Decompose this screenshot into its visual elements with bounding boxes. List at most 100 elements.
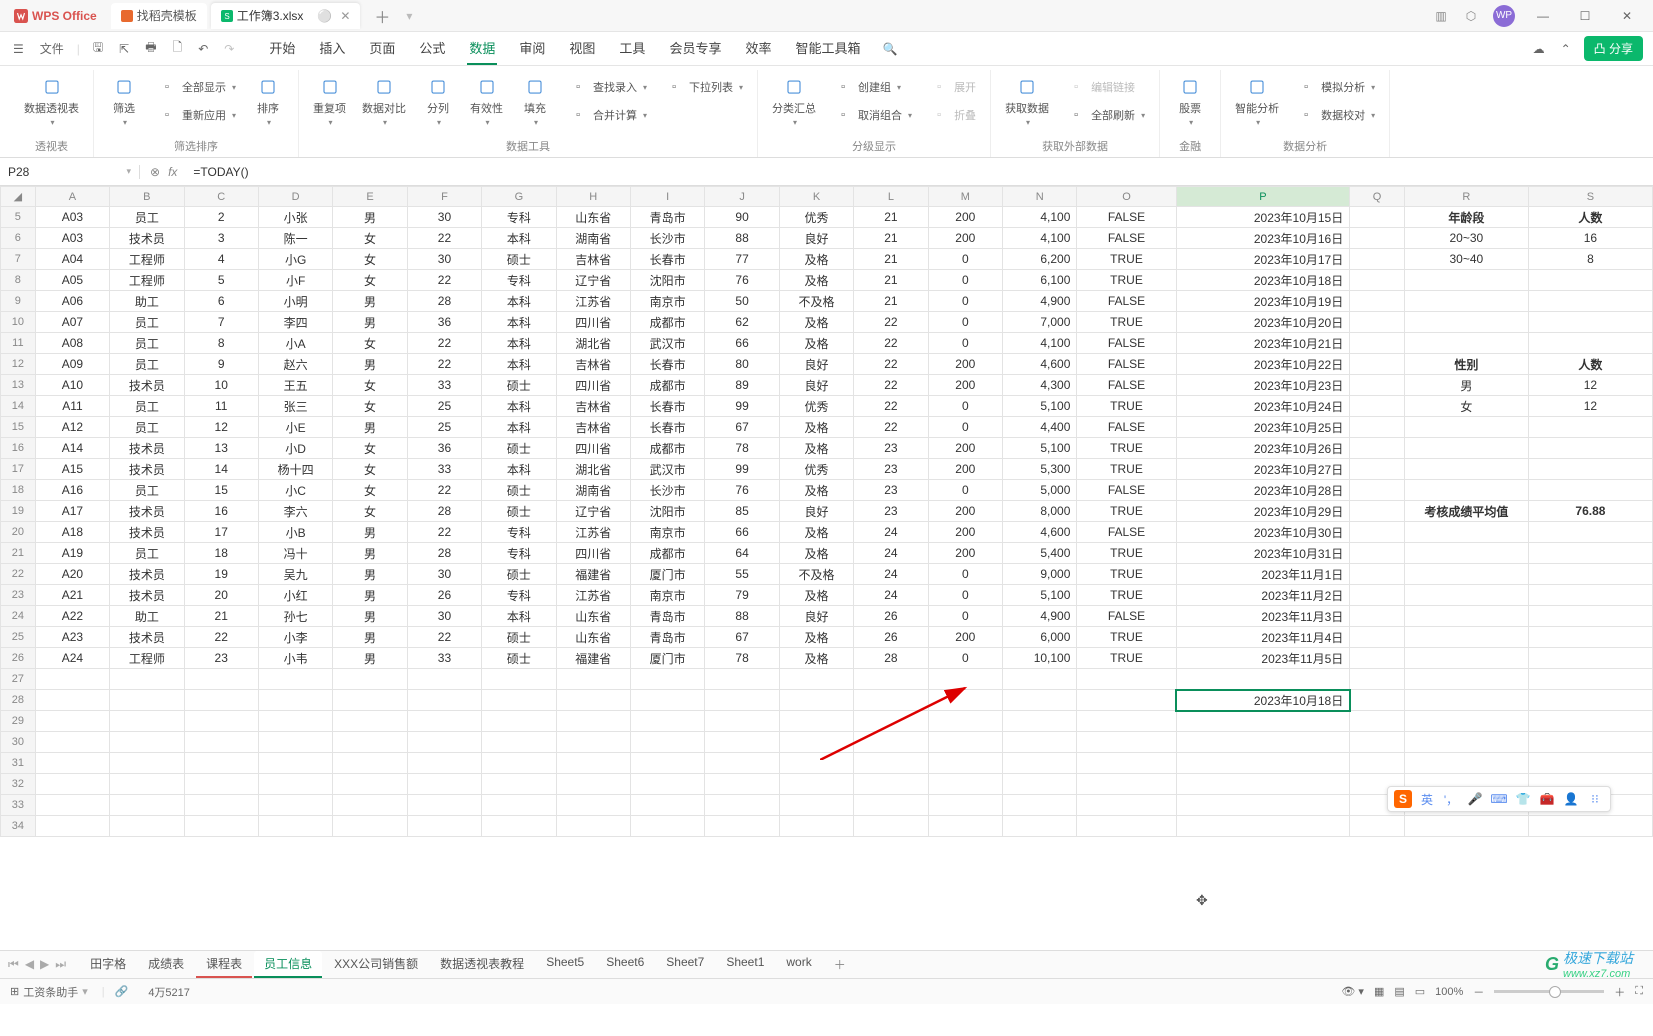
cell[interactable] [35,690,109,711]
cell[interactable]: 沈阳市 [630,501,704,522]
cell[interactable] [779,711,853,732]
cell[interactable]: 辽宁省 [556,501,630,522]
cell[interactable] [1003,669,1077,690]
cell[interactable] [705,816,779,837]
col-header-R[interactable]: R [1404,187,1528,207]
cell[interactable]: 长春市 [630,417,704,438]
cell[interactable] [333,669,407,690]
cell[interactable] [1528,459,1652,480]
row-header[interactable]: 18 [1,480,36,501]
ribbon-validity[interactable]: 有效性 [466,74,507,129]
cell[interactable]: 专科 [482,522,556,543]
cell[interactable] [333,690,407,711]
cell[interactable] [1528,522,1652,543]
menu-tab-7[interactable]: 工具 [617,32,647,65]
cell[interactable] [184,711,258,732]
cell[interactable]: 不及格 [779,291,853,312]
cell[interactable] [854,795,928,816]
cell[interactable]: 6,100 [1003,270,1077,291]
cell[interactable]: 优秀 [779,396,853,417]
ribbon-filter[interactable]: 筛选 [104,74,144,129]
cell[interactable]: 江苏省 [556,291,630,312]
cell[interactable]: 女 [333,228,407,249]
cell[interactable]: 小B [258,522,332,543]
cell[interactable] [184,774,258,795]
row-header[interactable]: 6 [1,228,36,249]
cell[interactable] [556,795,630,816]
menu-tab-0[interactable]: 开始 [267,32,297,65]
ribbon-smart-analyze[interactable]: 智能分析 [1231,74,1283,129]
col-header-E[interactable]: E [333,187,407,207]
cell[interactable] [110,669,184,690]
cell[interactable]: 小张 [258,207,332,228]
cell[interactable] [1528,291,1652,312]
cell[interactable] [407,774,481,795]
ime-user-icon[interactable]: 👤 [1562,790,1580,808]
cell[interactable]: 23 [854,459,928,480]
sheet-tab-3[interactable]: 员工信息 [254,951,322,978]
cell[interactable] [1528,732,1652,753]
cell[interactable] [630,774,704,795]
cell[interactable]: A06 [35,291,109,312]
minimize-button[interactable]: — [1529,9,1557,23]
cell[interactable]: 女 [333,480,407,501]
cell[interactable] [1077,753,1176,774]
cell[interactable]: 青岛市 [630,207,704,228]
cell[interactable]: 23 [854,501,928,522]
cell[interactable]: 33 [407,648,481,669]
cell[interactable]: 男 [333,522,407,543]
row-header[interactable]: 17 [1,459,36,480]
cell[interactable] [482,732,556,753]
cell[interactable] [1350,228,1405,249]
cell[interactable]: 11 [184,396,258,417]
menu-tab-2[interactable]: 页面 [367,32,397,65]
cell[interactable]: FALSE [1077,480,1176,501]
close-window-button[interactable]: ✕ [1613,9,1641,23]
cell[interactable]: 女 [1404,396,1528,417]
cell[interactable]: 及格 [779,249,853,270]
cell[interactable]: 本科 [482,606,556,627]
cell[interactable]: 28 [407,543,481,564]
cell[interactable]: 湖南省 [556,228,630,249]
row-header[interactable]: 7 [1,249,36,270]
cell[interactable]: 武汉市 [630,333,704,354]
cell[interactable] [184,753,258,774]
cell[interactable]: 孙七 [258,606,332,627]
cell[interactable]: A03 [35,228,109,249]
cell[interactable]: 5 [184,270,258,291]
cell[interactable] [1404,816,1528,837]
cell[interactable]: 本科 [482,396,556,417]
cell[interactable]: 67 [705,417,779,438]
cell[interactable]: A19 [35,543,109,564]
cell[interactable]: 36 [407,438,481,459]
cell[interactable]: 0 [928,270,1002,291]
cell[interactable]: 吴九 [258,564,332,585]
cell[interactable]: 及格 [779,312,853,333]
cell[interactable] [1003,816,1077,837]
sheet-first-icon[interactable]: ⏮ [8,957,19,972]
cell[interactable]: 女 [333,438,407,459]
cell[interactable]: 2023年10月21日 [1176,333,1350,354]
cell[interactable]: 优秀 [779,459,853,480]
cell[interactable] [110,732,184,753]
preview-icon[interactable]: 🗋 [170,35,186,62]
cell[interactable]: 25 [407,396,481,417]
cell[interactable]: 0 [928,480,1002,501]
row-header[interactable]: 11 [1,333,36,354]
template-tab[interactable]: 找稻壳模板 [111,3,207,29]
cell[interactable]: 26 [407,585,481,606]
cell[interactable]: 0 [928,648,1002,669]
cell[interactable]: 女 [333,501,407,522]
cell[interactable]: 福建省 [556,648,630,669]
cell[interactable]: 62 [705,312,779,333]
cell[interactable]: 冯十 [258,543,332,564]
cell[interactable]: 青岛市 [630,606,704,627]
ribbon-subtotal[interactable]: 分类汇总 [768,74,820,129]
sheet-last-icon[interactable]: ⏭ [55,957,66,972]
cell[interactable]: 山东省 [556,207,630,228]
cell[interactable] [854,711,928,732]
ribbon-data-compare[interactable]: 数据对比 [358,74,410,129]
cell[interactable]: 硕士 [482,249,556,270]
cell[interactable] [556,732,630,753]
cell[interactable] [1528,711,1652,732]
